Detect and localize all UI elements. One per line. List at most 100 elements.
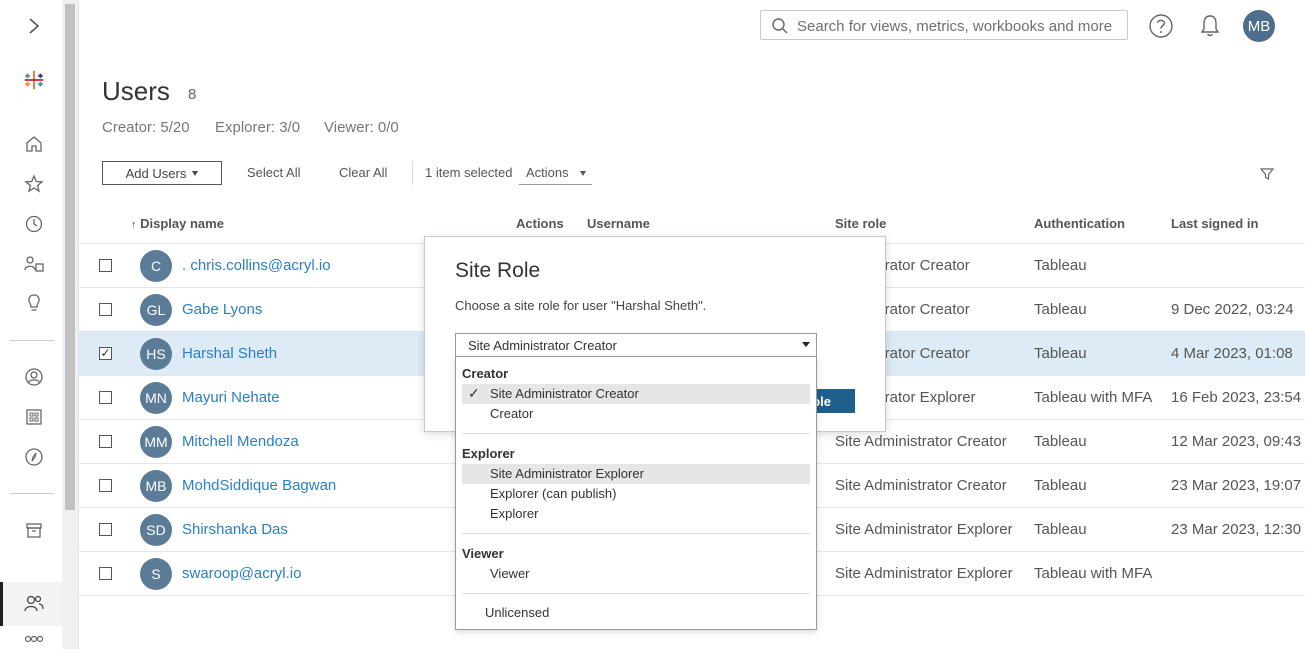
column-actions: Actions [516, 216, 564, 231]
authentication-cell: Tableau [1034, 257, 1087, 274]
site-role-dropdown-list: Creator ✓ Site Administrator Creator Cre… [455, 356, 817, 630]
user-avatar[interactable]: MB [1243, 10, 1275, 42]
column-authentication[interactable]: Authentication [1034, 216, 1125, 231]
left-nav [0, 0, 62, 649]
expand-chevron-icon[interactable] [22, 14, 46, 38]
option-divider [462, 593, 810, 594]
authentication-cell: Tableau [1034, 345, 1087, 362]
row-checkbox[interactable] [99, 303, 112, 316]
site-role-cell: Site Administrator Creator [835, 433, 1007, 450]
row-checkbox[interactable] [99, 567, 112, 580]
filter-icon[interactable] [1259, 166, 1275, 182]
user-name-link[interactable]: Gabe Lyons [182, 301, 262, 318]
avatar: C [140, 250, 172, 282]
site-role-select[interactable]: Site Administrator Creator [455, 333, 817, 357]
row-checkbox[interactable] [99, 479, 112, 492]
option-explorer-can-publish[interactable]: Explorer (can publish) [462, 484, 810, 504]
add-users-label: Add Users [125, 165, 187, 181]
help-icon[interactable] [1148, 13, 1174, 39]
viewer-license-count: Viewer: 0/0 [324, 119, 399, 136]
recents-clock-icon[interactable] [22, 212, 46, 236]
option-label: Explorer [490, 506, 539, 521]
option-label: Site Administrator Creator [490, 386, 639, 401]
groups-icon[interactable] [22, 632, 46, 656]
row-checkbox[interactable] [99, 435, 112, 448]
nav-scrollbar-thumb[interactable] [65, 4, 75, 510]
collections-icon[interactable] [22, 405, 46, 429]
nav-divider [10, 493, 54, 494]
authentication-cell: Tableau [1034, 433, 1087, 450]
clear-all-button[interactable]: Clear All [339, 165, 387, 180]
chevron-down-icon [580, 171, 586, 176]
authentication-cell: Tableau [1034, 521, 1087, 538]
last-signed-in-cell: 4 Mar 2023, 01:08 [1171, 345, 1293, 362]
option-label: Creator [490, 406, 534, 421]
site-role-cell: Site Administrator Explorer [835, 521, 1013, 538]
row-checkbox-checked[interactable]: ✓ [99, 347, 112, 360]
checkmark-icon: ✓ [468, 385, 480, 401]
avatar: MM [140, 426, 172, 458]
avatar: MB [140, 470, 172, 502]
user-count: 8 [188, 86, 197, 103]
column-username[interactable]: Username [587, 216, 650, 231]
search-icon [772, 18, 788, 34]
row-checkbox[interactable] [99, 259, 112, 272]
row-checkbox[interactable] [99, 523, 112, 536]
authentication-cell: Tableau with MFA [1034, 565, 1153, 582]
option-group-creator: Creator [462, 366, 509, 381]
nav-scrollbar[interactable] [62, 0, 79, 649]
explorer-license-count: Explorer: 3/0 [215, 119, 301, 136]
option-label: Explorer (can publish) [490, 486, 617, 501]
external-assets-icon[interactable] [22, 518, 46, 542]
recommendations-lightbulb-icon[interactable] [22, 292, 46, 316]
user-name-link[interactable]: Harshal Sheth [182, 345, 277, 362]
explore-compass-icon[interactable] [22, 445, 46, 469]
site-role-cell: Site Administrator Creator [835, 477, 1007, 494]
row-checkbox[interactable] [99, 391, 112, 404]
user-name-link[interactable]: Shirshanka Das [182, 521, 288, 538]
column-site-role[interactable]: Site role [835, 216, 886, 231]
last-signed-in-cell: 23 Mar 2023, 19:07 [1171, 477, 1302, 494]
tableau-logo-icon[interactable] [22, 68, 46, 92]
actions-dropdown[interactable]: Actions [519, 161, 592, 185]
notifications-bell-icon[interactable] [1198, 13, 1222, 39]
avatar: GL [140, 294, 172, 326]
home-icon[interactable] [22, 132, 46, 156]
user-name-link[interactable]: Mitchell Mendoza [182, 433, 299, 450]
chevron-down-icon [192, 170, 199, 176]
column-last-signed-in[interactable]: Last signed in [1171, 216, 1258, 231]
personal-space-icon[interactable] [22, 365, 46, 389]
option-divider [462, 533, 810, 534]
user-name-link[interactable]: . chris.collins@acryl.io [182, 257, 331, 274]
nav-divider [10, 340, 54, 341]
option-divider [462, 433, 810, 434]
column-display-name[interactable]: ↑ Display name [131, 216, 224, 231]
option-group-viewer: Viewer [462, 546, 504, 561]
avatar: SD [140, 514, 172, 546]
user-name-link[interactable]: swaroop@acryl.io [182, 565, 301, 582]
option-site-administrator-creator[interactable]: ✓ Site Administrator Creator [462, 384, 810, 404]
search-input[interactable] [795, 15, 1119, 37]
user-name-link[interactable]: MohdSiddique Bagwan [182, 477, 336, 494]
shared-with-me-icon[interactable] [22, 252, 46, 276]
user-name-link[interactable]: Mayuri Nehate [182, 389, 280, 406]
select-all-button[interactable]: Select All [247, 165, 300, 180]
option-viewer[interactable]: Viewer [462, 564, 810, 584]
avatar: MN [140, 382, 172, 414]
option-explorer[interactable]: Explorer [462, 504, 810, 524]
option-creator[interactable]: Creator [462, 404, 810, 424]
option-group-explorer: Explorer [462, 446, 515, 461]
avatar: S [140, 558, 172, 590]
search-box[interactable] [760, 10, 1128, 40]
site-role-select-value: Site Administrator Creator [468, 338, 617, 353]
toolbar-divider [412, 161, 413, 185]
last-signed-in-cell: 12 Mar 2023, 09:43 [1171, 433, 1302, 450]
add-users-button[interactable]: Add Users [102, 161, 222, 185]
option-unlicensed[interactable]: Unlicensed [462, 603, 810, 623]
favorites-star-icon[interactable] [22, 172, 46, 196]
dialog-title: Site Role [455, 259, 541, 282]
authentication-cell: Tableau [1034, 301, 1087, 318]
creator-license-count: Creator: 5/20 [102, 119, 190, 136]
users-icon[interactable] [22, 592, 46, 616]
option-site-administrator-explorer[interactable]: Site Administrator Explorer [462, 464, 810, 484]
